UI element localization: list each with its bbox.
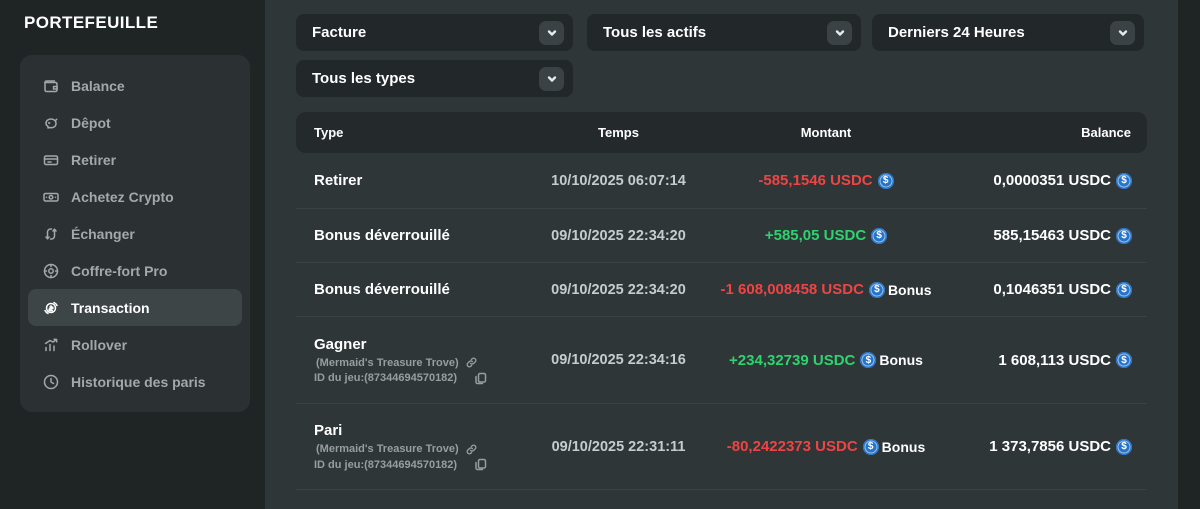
sidebar-item-label: Échanger — [71, 226, 135, 242]
transaction-balance: 1 608,113 USDC — [998, 352, 1111, 369]
usdc-coin-icon: $ — [1116, 352, 1132, 368]
bonus-badge: Bonus — [888, 282, 932, 298]
wallet-icon — [42, 77, 60, 95]
table-row: Bonus déverrouillé 09/10/2025 22:34:20 +… — [296, 209, 1147, 263]
transaction-amount: +585,05 USDC — [765, 227, 866, 244]
sidebar-item-label: Transaction — [71, 300, 150, 316]
column-header-temps: Temps — [516, 125, 721, 140]
sidebar-item-depot[interactable]: Dêpot — [28, 104, 242, 141]
usdc-coin-icon: $ — [1116, 282, 1132, 298]
sidebar-menu: Balance Dêpot Retirer Achetez Crypto Éch — [20, 55, 250, 412]
page-title: PORTEFEUILLE — [24, 13, 158, 33]
dropdown-selected-value: Derniers 24 Heures — [888, 24, 1025, 41]
chevron-down-icon[interactable] — [1110, 21, 1135, 45]
table-row: Bonus déverrouillé 09/10/2025 22:34:20 -… — [296, 263, 1147, 317]
sidebar-item-rollover[interactable]: Rollover — [28, 326, 242, 363]
dropdown-selected-value: Tous les types — [312, 70, 415, 87]
invoice-filter-dropdown[interactable]: Facture — [296, 14, 573, 51]
transactions-table: Type Temps Montant Balance Retirer 10/10… — [296, 112, 1147, 490]
transactions-main-panel: Facture Tous les actifs Derniers 24 Heur… — [265, 0, 1178, 509]
copy-icon[interactable] — [474, 372, 487, 385]
sidebar-item-achetez-crypto[interactable]: Achetez Crypto — [28, 178, 242, 215]
copy-icon[interactable] — [474, 458, 487, 471]
game-name: (Mermaid's Treasure Trove) — [314, 443, 459, 455]
game-id: ID du jeu:(87344694570182) — [314, 459, 457, 471]
withdraw-icon — [42, 151, 60, 169]
sidebar-item-label: Dêpot — [71, 115, 111, 131]
usdc-coin-icon: $ — [1116, 439, 1132, 455]
transaction-time: 09/10/2025 22:34:20 — [516, 228, 721, 244]
type-filter-dropdown[interactable]: Tous les types — [296, 60, 573, 97]
transaction-amount: -585,1546 USDC — [758, 172, 872, 189]
sidebar-item-label: Rollover — [71, 337, 127, 353]
transaction-time: 09/10/2025 22:31:11 — [516, 439, 721, 455]
coin-arrows-icon — [42, 299, 60, 317]
transaction-type: Retirer — [314, 172, 362, 189]
dropdown-selected-value: Tous les actifs — [603, 24, 706, 41]
sidebar-item-retirer[interactable]: Retirer — [28, 141, 242, 178]
chevron-down-icon[interactable] — [539, 21, 564, 45]
sidebar-item-echanger[interactable]: Échanger — [28, 215, 242, 252]
sidebar-item-label: Retirer — [71, 152, 116, 168]
sidebar-item-label: Coffre-fort Pro — [71, 263, 167, 279]
table-row: Retirer 10/10/2025 06:07:14 -585,1546 US… — [296, 153, 1147, 209]
transaction-balance: 1 373,7856 USDC — [989, 438, 1111, 455]
sidebar-item-label: Historique des paris — [71, 374, 206, 390]
usdc-coin-icon: $ — [878, 173, 894, 189]
transaction-type: Bonus déverrouillé — [314, 281, 450, 298]
sidebar-item-coffre-fort-pro[interactable]: Coffre-fort Pro — [28, 252, 242, 289]
transaction-type: Bonus déverrouillé — [314, 227, 450, 244]
transaction-type: Gagner — [314, 336, 367, 353]
table-row: Pari (Mermaid's Treasure Trove) ID du je… — [296, 404, 1147, 490]
dropdown-selected-value: Facture — [312, 24, 366, 41]
transaction-balance: 0,1046351 USDC — [993, 281, 1111, 298]
table-header: Type Temps Montant Balance — [296, 112, 1147, 153]
sidebar-item-label: Achetez Crypto — [71, 189, 174, 205]
transaction-type: Pari — [314, 422, 342, 439]
usdc-coin-icon: $ — [1116, 228, 1132, 244]
vault-icon — [42, 262, 60, 280]
table-row: Gagner (Mermaid's Treasure Trove) ID du … — [296, 317, 1147, 404]
transaction-amount: -1 608,008458 USDC — [721, 281, 864, 298]
game-name: (Mermaid's Treasure Trove) — [314, 357, 459, 369]
usdc-coin-icon: $ — [1116, 173, 1132, 189]
transaction-time: 09/10/2025 22:34:16 — [516, 352, 721, 368]
swap-icon — [42, 225, 60, 243]
history-clock-icon — [42, 373, 60, 391]
column-header-montant: Montant — [721, 125, 931, 140]
game-link-icon[interactable] — [466, 357, 477, 368]
game-id: ID du jeu:(87344694570182) — [314, 372, 457, 384]
sidebar-item-label: Balance — [71, 78, 125, 94]
usdc-coin-icon: $ — [863, 439, 879, 455]
usdc-coin-icon: $ — [871, 228, 887, 244]
usdc-coin-icon: $ — [860, 352, 876, 368]
sidebar-item-historique-des-paris[interactable]: Historique des paris — [28, 363, 242, 400]
wallet-sidebar: PORTEFEUILLE Balance Dêpot Retirer Achet… — [0, 0, 265, 509]
chevron-down-icon[interactable] — [539, 67, 564, 91]
game-link-icon[interactable] — [466, 444, 477, 455]
chevron-down-icon[interactable] — [827, 21, 852, 45]
time-range-filter-dropdown[interactable]: Derniers 24 Heures — [872, 14, 1144, 51]
asset-filter-dropdown[interactable]: Tous les actifs — [587, 14, 861, 51]
banknote-icon — [42, 188, 60, 206]
bonus-badge: Bonus — [882, 439, 926, 455]
transaction-time: 09/10/2025 22:34:20 — [516, 282, 721, 298]
transaction-amount: +234,32739 USDC — [729, 352, 855, 369]
chart-up-icon — [42, 336, 60, 354]
transaction-balance: 585,15463 USDC — [993, 227, 1111, 244]
transaction-time: 10/10/2025 06:07:14 — [516, 173, 721, 189]
usdc-coin-icon: $ — [869, 282, 885, 298]
column-header-balance: Balance — [931, 125, 1147, 140]
sidebar-item-transaction[interactable]: Transaction — [28, 289, 242, 326]
piggy-bank-icon — [42, 114, 60, 132]
sidebar-item-balance[interactable]: Balance — [28, 67, 242, 104]
column-header-type: Type — [296, 125, 516, 140]
transaction-amount: -80,2422373 USDC — [727, 438, 858, 455]
transaction-balance: 0,0000351 USDC — [993, 172, 1111, 189]
bonus-badge: Bonus — [879, 352, 923, 368]
